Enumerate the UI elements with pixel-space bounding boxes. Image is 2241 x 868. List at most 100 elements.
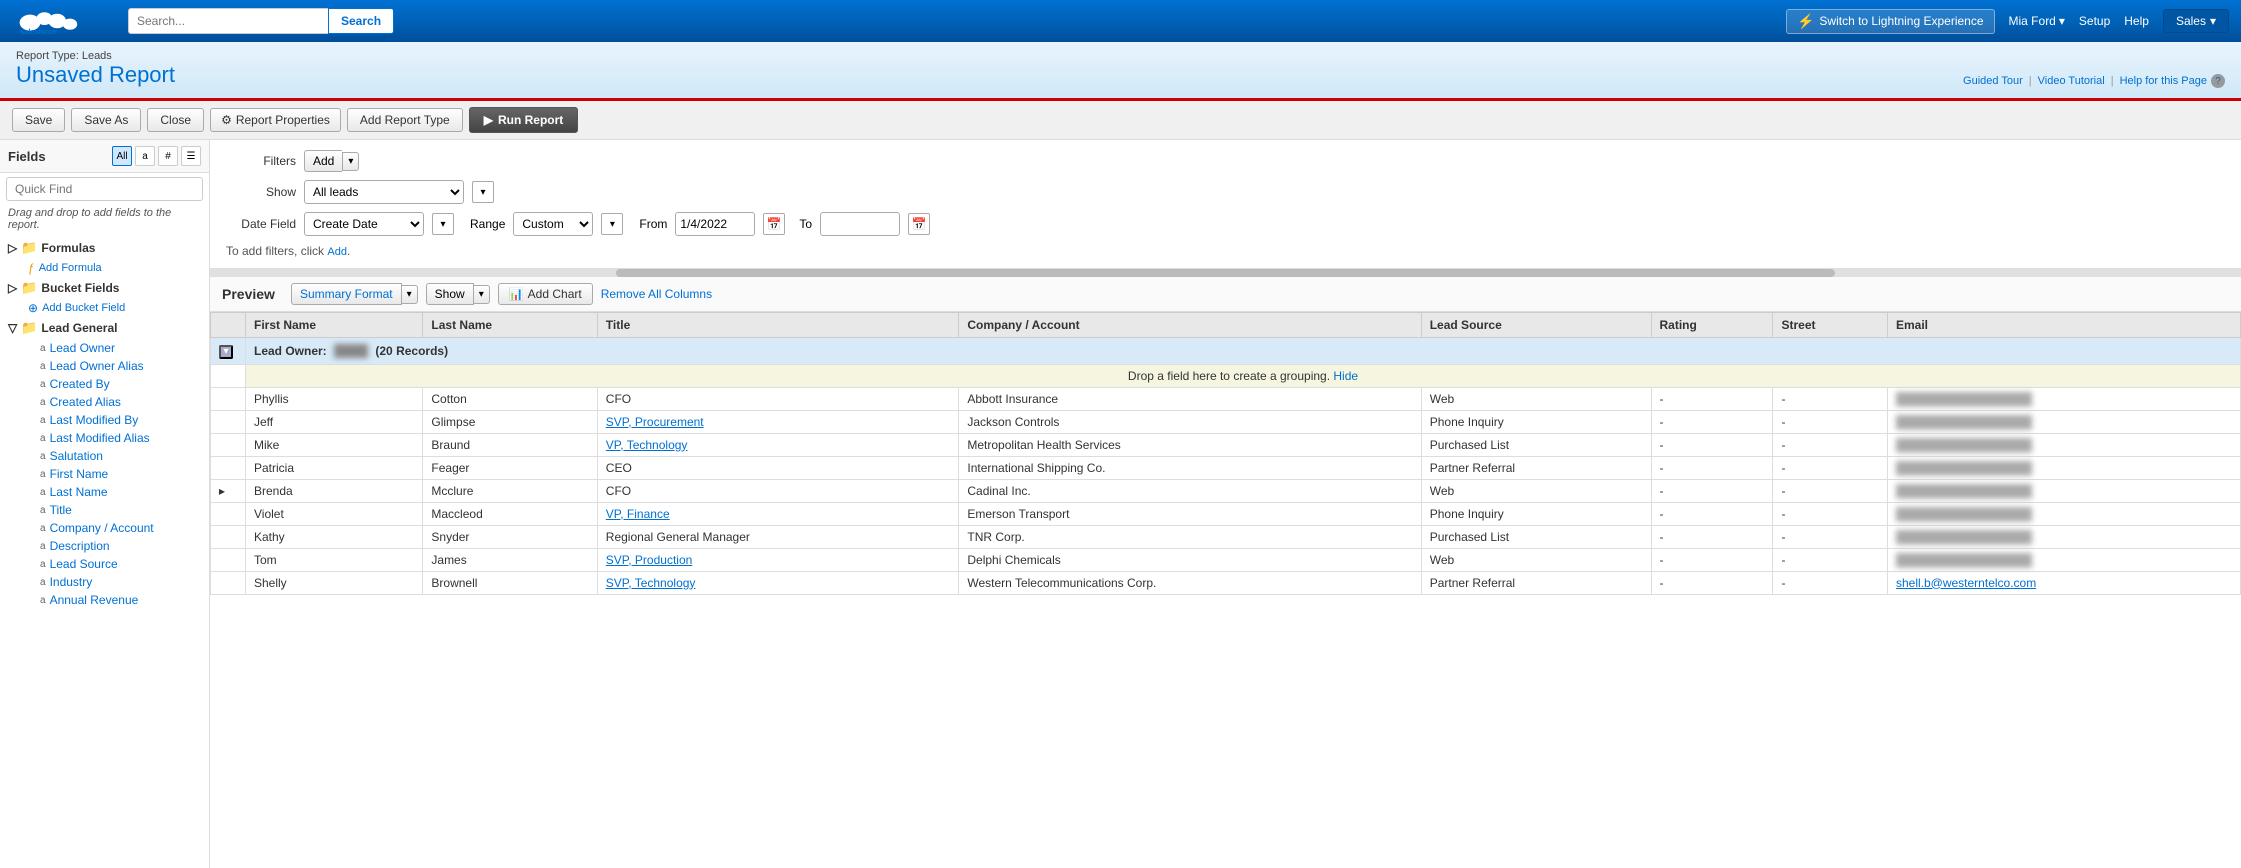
row-indicator (211, 571, 246, 594)
field-item[interactable]: a Created Alias (0, 393, 209, 411)
remove-all-columns-link[interactable]: Remove All Columns (601, 287, 712, 301)
title-cell: SVP, Technology (597, 571, 959, 594)
add-filter-button[interactable]: Add (304, 150, 342, 172)
range-select[interactable]: Custom (513, 212, 593, 236)
title-link[interactable]: SVP, Production (606, 553, 693, 567)
add-bucket-item[interactable]: ⊕ Add Bucket Field (0, 299, 209, 317)
title-link[interactable]: VP, Technology (606, 438, 688, 452)
report-toolbar: Save Save As Close ⚙ Report Properties A… (0, 101, 2241, 140)
user-menu-button[interactable]: Mia Ford ▾ (2009, 14, 2065, 28)
email-cell: ████████████████ (1887, 548, 2240, 571)
field-item[interactable]: a Salutation (0, 447, 209, 465)
field-item[interactable]: a Last Modified Alias (0, 429, 209, 447)
add-filters-link[interactable]: Add (327, 246, 347, 258)
field-icon: a (40, 523, 46, 534)
add-report-type-button[interactable]: Add Report Type (347, 108, 463, 132)
field-item[interactable]: a Annual Revenue (0, 591, 209, 609)
show-label: Show (226, 185, 296, 199)
guided-tour-link[interactable]: Guided Tour (1963, 75, 2023, 87)
sales-app-button[interactable]: Sales ▾ (2163, 9, 2229, 33)
close-button[interactable]: Close (147, 108, 204, 132)
filters-hint: To add filters, click Add. (226, 244, 2225, 258)
field-item[interactable]: a First Name (0, 465, 209, 483)
field-icon: a (40, 559, 46, 570)
from-date-input[interactable] (675, 212, 755, 236)
range-caret[interactable]: ▾ (601, 213, 623, 235)
title-link[interactable]: SVP, Technology (606, 576, 696, 590)
date-field-select[interactable]: Create Date (304, 212, 424, 236)
salesforce-logo: salesforce (12, 5, 112, 37)
scroll-thumb (616, 269, 1835, 277)
setup-link[interactable]: Setup (2079, 14, 2110, 28)
rating-cell: - (1651, 525, 1773, 548)
field-item[interactable]: a Lead Source (0, 555, 209, 573)
street-cell: - (1773, 387, 1888, 410)
title-link[interactable]: VP, Finance (606, 507, 670, 521)
email-link[interactable]: shell.b@westerntelco.com (1896, 576, 2036, 590)
field-item[interactable]: a Lead Owner Alias (0, 357, 209, 375)
run-report-button[interactable]: ▶ Run Report (469, 107, 579, 133)
filter-hash-button[interactable]: # (158, 146, 178, 166)
row-indicator: ▸ (211, 479, 246, 502)
bucket-fields-group[interactable]: ▷ 📁 Bucket Fields (0, 277, 209, 299)
formulas-group[interactable]: ▷ 📁 Formulas (0, 237, 209, 259)
show-dropdown-btn[interactable]: ▾ (472, 181, 494, 203)
run-icon: ▶ (484, 113, 493, 127)
lead-general-folder-icon: 📁 (21, 320, 37, 336)
field-item[interactable]: a Company / Account (0, 519, 209, 537)
add-bucket-link[interactable]: Add Bucket Field (42, 302, 125, 314)
save-as-button[interactable]: Save As (71, 108, 141, 132)
to-date-input[interactable] (820, 212, 900, 236)
filter-alpha-button[interactable]: a (135, 146, 155, 166)
help-link[interactable]: Help (2124, 14, 2149, 28)
search-button[interactable]: Search (328, 8, 394, 34)
show-select[interactable]: All leads (304, 180, 464, 204)
add-chart-button[interactable]: 📊 Add Chart (498, 283, 593, 305)
filter-all-button[interactable]: All (112, 146, 132, 166)
add-filter-caret[interactable]: ▾ (342, 152, 359, 171)
street-cell: - (1773, 410, 1888, 433)
lightning-experience-button[interactable]: ⚡ Switch to Lightning Experience (1786, 9, 1995, 34)
report-properties-label: Report Properties (236, 113, 330, 127)
company-cell: International Shipping Co. (959, 456, 1421, 479)
save-button[interactable]: Save (12, 108, 65, 132)
group-collapse-button[interactable]: ▾ (219, 345, 233, 359)
date-field-caret[interactable]: ▾ (432, 213, 454, 235)
last-name-cell: Braund (423, 433, 597, 456)
summary-format-caret[interactable]: ▾ (402, 285, 418, 304)
search-input[interactable] (128, 8, 328, 34)
field-item[interactable]: a Title (0, 501, 209, 519)
show-button[interactable]: Show (426, 283, 474, 305)
field-item[interactable]: a Created By (0, 375, 209, 393)
summary-format-button[interactable]: Summary Format (291, 283, 402, 305)
street-cell: - (1773, 433, 1888, 456)
table-row: ▸ Brenda Mcclure CFO Cadinal Inc. Web - … (211, 479, 2241, 502)
field-item[interactable]: a Lead Owner (0, 339, 209, 357)
rating-cell: - (1651, 502, 1773, 525)
add-formula-item[interactable]: ƒ Add Formula (0, 259, 209, 277)
hide-drop-zone-link[interactable]: Hide (1333, 369, 1358, 383)
group-name-blurred: ████ (334, 344, 368, 358)
report-title-area: Report Type: Leads Unsaved Report (16, 50, 175, 88)
help-page-link[interactable]: Help for this Page (2120, 75, 2207, 87)
lead-source-cell: Partner Referral (1421, 456, 1651, 479)
field-item[interactable]: a Last Modified By (0, 411, 209, 429)
quick-find-input[interactable] (6, 177, 203, 201)
field-item[interactable]: a Description (0, 537, 209, 555)
add-chart-label: Add Chart (528, 287, 582, 301)
video-tutorial-link[interactable]: Video Tutorial (2038, 75, 2105, 87)
to-calendar-button[interactable]: 📅 (908, 213, 930, 235)
field-item[interactable]: a Last Name (0, 483, 209, 501)
show-caret[interactable]: ▾ (474, 285, 490, 304)
from-calendar-button[interactable]: 📅 (763, 213, 785, 235)
add-formula-link[interactable]: Add Formula (39, 262, 102, 274)
report-properties-button[interactable]: ⚙ Report Properties (210, 108, 341, 132)
filter-grid-button[interactable]: ☰ (181, 146, 201, 166)
column-header: Last Name (423, 313, 597, 338)
field-item[interactable]: a Industry (0, 573, 209, 591)
title-cell: Regional General Manager (597, 525, 959, 548)
title-link[interactable]: SVP, Procurement (606, 415, 704, 429)
table-row: Violet Maccleod VP, Finance Emerson Tran… (211, 502, 2241, 525)
lead-general-group[interactable]: ▽ 📁 Lead General (0, 317, 209, 339)
field-icon: a (40, 505, 46, 516)
